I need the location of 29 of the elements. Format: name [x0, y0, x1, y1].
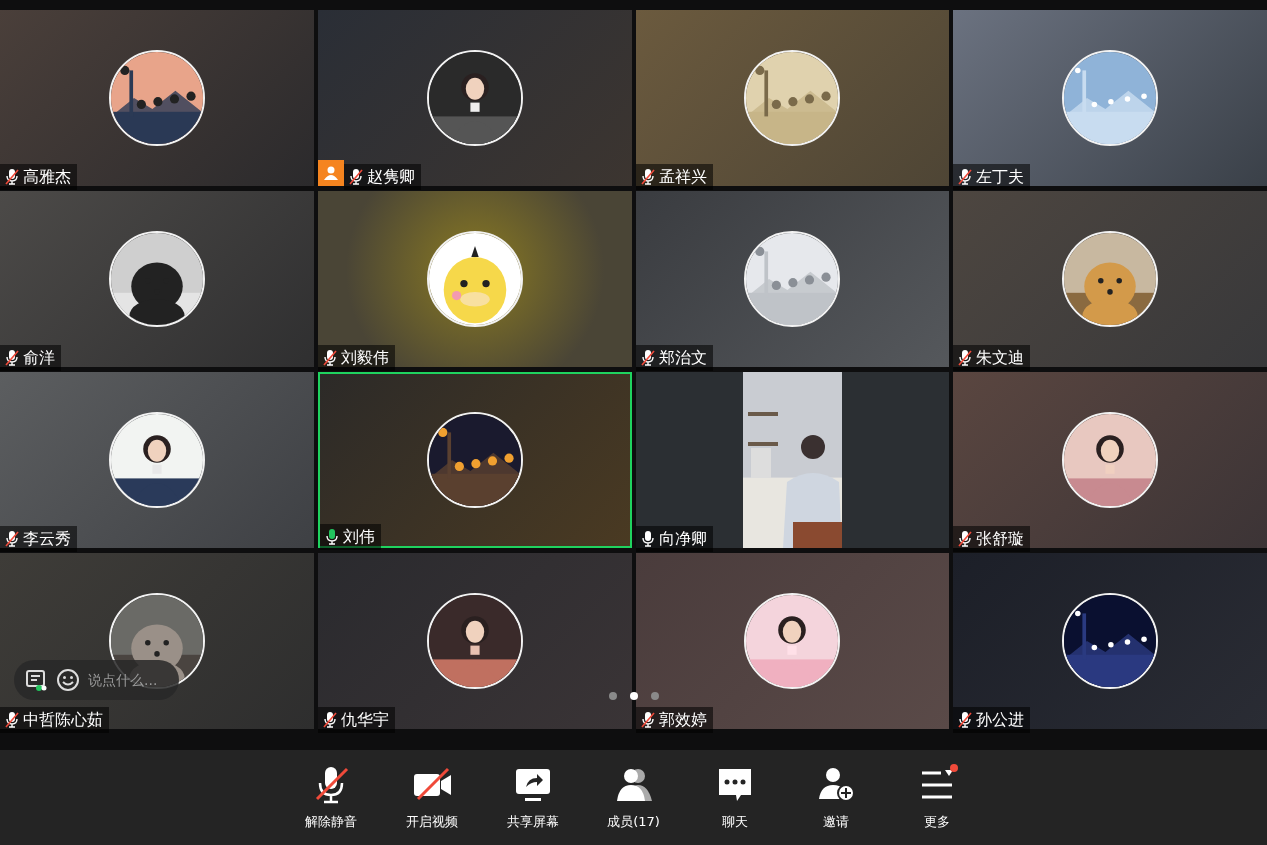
participant-name: 左丁夫 — [976, 166, 1025, 188]
participant-name: 朱文迪 — [976, 347, 1025, 369]
participant-name: 赵隽卿 — [366, 166, 415, 188]
chat-input-field[interactable]: 说点什么... — [88, 672, 168, 688]
toolbar-button[interactable]: 解除静音 — [280, 764, 381, 831]
participant-name: 向净卿 — [658, 528, 707, 550]
toolbar-button[interactable]: 共享屏幕 — [482, 764, 583, 831]
participant-name: 张舒璇 — [976, 528, 1025, 550]
participant-name: 刘毅伟 — [340, 347, 389, 369]
participant-name: 中哲陈心茹 — [23, 709, 103, 731]
participant-name: 郭效婷 — [658, 709, 707, 731]
emoji-icon[interactable] — [56, 668, 80, 692]
toolbar-button[interactable]: 成员(17) — [583, 764, 684, 831]
participant-name: 仇华宇 — [340, 709, 389, 731]
participant-name: 高雅杰 — [23, 166, 71, 188]
page-indicator-dot[interactable] — [609, 692, 617, 700]
toolbar-button[interactable]: 更多 — [886, 764, 987, 831]
participant-name: 刘伟 — [342, 526, 375, 548]
participant-name: 李云秀 — [23, 528, 71, 550]
participant-name: 孟祥兴 — [658, 166, 707, 188]
participant-name: 俞洋 — [23, 347, 55, 369]
page-indicator-dot[interactable] — [651, 692, 659, 700]
participant-name: 郑治文 — [658, 347, 707, 369]
message-list-icon[interactable] — [24, 668, 48, 692]
participant-name: 孙公进 — [976, 709, 1025, 731]
page-indicator-dot[interactable] — [630, 692, 638, 700]
toolbar-button[interactable]: 邀请 — [785, 764, 886, 831]
toolbar-button[interactable]: 开启视频 — [381, 764, 482, 831]
toolbar-button[interactable]: 聊天 — [684, 764, 785, 831]
